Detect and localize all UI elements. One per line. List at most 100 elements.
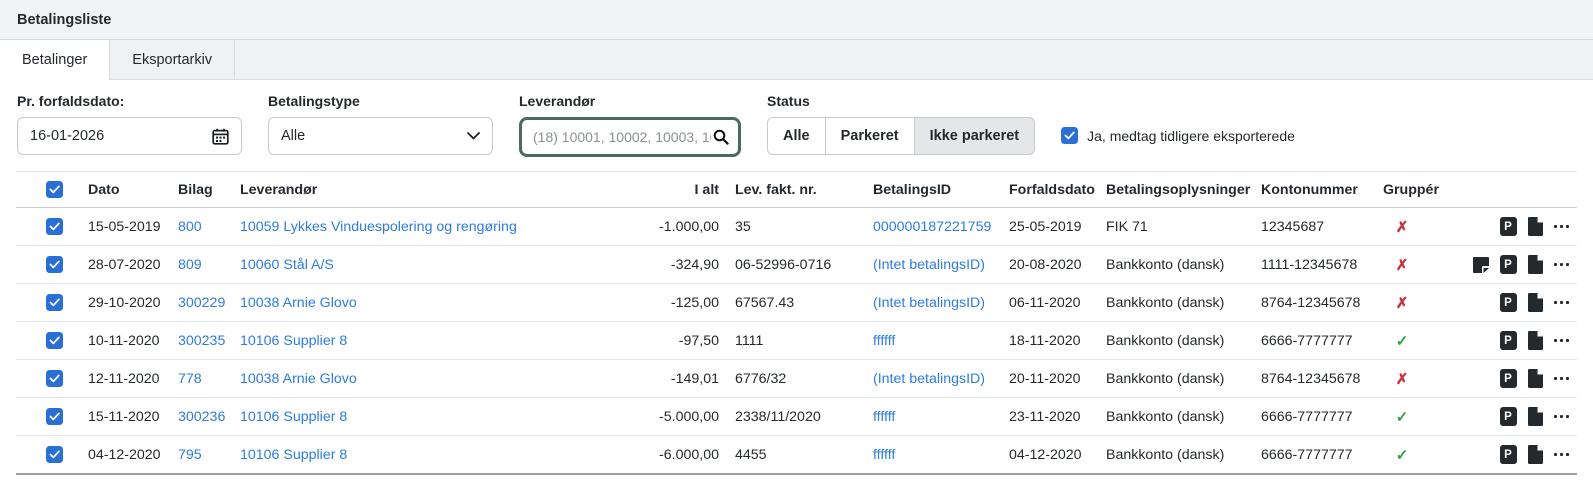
cell-lev-fakt-nr: 06-52996-0716: [727, 246, 865, 284]
include-exported-checkbox[interactable]: [1061, 127, 1078, 144]
window-title-bar: Betalingsliste: [0, 0, 1593, 40]
document-icon[interactable]: [1528, 255, 1543, 274]
cell-kontonummer: 6666-7777777: [1253, 398, 1375, 436]
bilag-link[interactable]: 795: [178, 447, 202, 463]
betalingsid-link[interactable]: (Intet betalingsID): [873, 371, 985, 387]
more-actions-icon[interactable]: [1554, 225, 1570, 229]
betalingsid-link[interactable]: 000000187221759: [873, 219, 991, 235]
more-actions-icon[interactable]: [1554, 301, 1570, 305]
include-exported-filter: Ja, medtag tidligere eksporterede: [1061, 127, 1295, 144]
bilag-link[interactable]: 300229: [178, 295, 225, 311]
more-actions-icon[interactable]: [1554, 339, 1570, 343]
status-button-ikke-parkeret[interactable]: Ikke parkeret: [914, 117, 1035, 155]
row-actions: P: [1459, 407, 1569, 426]
leverandor-link[interactable]: 10059 Lykkes Vinduespolering og rengørin…: [240, 219, 517, 235]
note-icon[interactable]: [1473, 257, 1489, 273]
more-actions-icon[interactable]: [1554, 263, 1570, 267]
calendar-icon[interactable]: [212, 128, 229, 145]
betalingsid-link[interactable]: (Intet betalingsID): [873, 257, 985, 273]
cell-i-alt: -97,50: [632, 322, 727, 360]
leverandor-link[interactable]: 10106 Supplier 8: [240, 333, 347, 349]
filter-bar: Pr. forfaldsdato: 16-01-2026 Betalingsty…: [0, 80, 1593, 171]
betalingsid-link[interactable]: (Intet betalingsID): [873, 295, 985, 311]
bilag-link[interactable]: 800: [178, 219, 202, 235]
payment-p-icon[interactable]: P: [1500, 407, 1517, 426]
status-button-alle[interactable]: Alle: [767, 117, 826, 155]
search-icon[interactable]: [713, 129, 729, 145]
payment-type-label: Betalingstype: [268, 93, 493, 109]
vendor-search-input[interactable]: [531, 128, 713, 146]
due-date-field[interactable]: 16-01-2026: [17, 117, 242, 155]
document-icon[interactable]: [1528, 293, 1543, 312]
bilag-link[interactable]: 300235: [178, 333, 225, 349]
row-checkbox[interactable]: [46, 218, 63, 235]
column-header-i-alt[interactable]: I alt: [632, 172, 727, 208]
group-status-icon: ✗: [1396, 257, 1409, 274]
more-actions-icon[interactable]: [1554, 415, 1570, 419]
group-status-icon: ✗: [1396, 219, 1409, 236]
column-header-gruppér[interactable]: Gruppér: [1375, 172, 1451, 208]
payment-p-icon[interactable]: P: [1500, 217, 1517, 236]
table-header-row: Dato Bilag Leverandør I alt Lev. fakt. n…: [16, 172, 1577, 208]
leverandor-link[interactable]: 10038 Arnie Glovo: [240, 371, 357, 387]
group-status-icon: ✓: [1396, 409, 1409, 426]
row-checkbox[interactable]: [46, 370, 63, 387]
row-checkbox[interactable]: [46, 408, 63, 425]
status-button-parkeret[interactable]: Parkeret: [825, 117, 915, 155]
cell-kontonummer: 6666-7777777: [1253, 322, 1375, 360]
document-icon[interactable]: [1528, 331, 1543, 350]
column-header-lev-fakt-nr[interactable]: Lev. fakt. nr.: [727, 172, 865, 208]
row-checkbox[interactable]: [46, 446, 63, 463]
vendor-search-field[interactable]: [519, 117, 741, 157]
bilag-link[interactable]: 778: [178, 371, 202, 387]
betalingsid-link[interactable]: ffffff: [873, 447, 895, 463]
cell-dato: 04-12-2020: [80, 436, 170, 475]
bilag-link[interactable]: 809: [178, 257, 202, 273]
leverandor-link[interactable]: 10038 Arnie Glovo: [240, 295, 357, 311]
cell-i-alt: -324,90: [632, 246, 727, 284]
cell-lev-fakt-nr: 67567.43: [727, 284, 865, 322]
payment-type-select[interactable]: Alle: [268, 117, 493, 155]
payment-p-icon[interactable]: P: [1500, 255, 1517, 274]
tab-eksportarkiv[interactable]: Eksportarkiv: [110, 40, 235, 79]
leverandor-link[interactable]: 10106 Supplier 8: [240, 409, 347, 425]
tab-betalinger[interactable]: Betalinger: [0, 40, 110, 80]
cell-dato: 28-07-2020: [80, 246, 170, 284]
document-icon[interactable]: [1528, 217, 1543, 236]
payment-p-icon[interactable]: P: [1500, 293, 1517, 312]
cell-kontonummer: 12345687: [1253, 208, 1375, 246]
leverandor-link[interactable]: 10106 Supplier 8: [240, 447, 347, 463]
more-actions-icon[interactable]: [1554, 377, 1570, 381]
column-header-bilag[interactable]: Bilag: [170, 172, 232, 208]
column-header-betalingsoplysninger[interactable]: Betalingsoplysninger: [1098, 172, 1253, 208]
cell-dato: 12-11-2020: [80, 360, 170, 398]
row-checkbox[interactable]: [46, 256, 63, 273]
payment-p-icon[interactable]: P: [1500, 445, 1517, 464]
cell-forfaldsdato: 23-11-2020: [1001, 398, 1098, 436]
column-header-kontonummer[interactable]: Kontonummer: [1253, 172, 1375, 208]
vendor-label: Leverandør: [519, 93, 741, 109]
chevron-down-icon: [467, 132, 480, 140]
cell-betalingsoplysninger: Bankkonto (dansk): [1098, 284, 1253, 322]
bilag-link[interactable]: 300236: [178, 409, 225, 425]
cell-lev-fakt-nr: 2338/11/2020: [727, 398, 865, 436]
cell-i-alt: -6.000,00: [632, 436, 727, 475]
payment-p-icon[interactable]: P: [1500, 369, 1517, 388]
betalingsid-link[interactable]: ffffff: [873, 409, 895, 425]
document-icon[interactable]: [1528, 445, 1543, 464]
leverandor-link[interactable]: 10060 Stål A/S: [240, 257, 334, 273]
select-all-checkbox[interactable]: [46, 181, 63, 198]
column-header-betalingsid[interactable]: BetalingsID: [865, 172, 1001, 208]
column-header-dato[interactable]: Dato: [80, 172, 170, 208]
row-checkbox[interactable]: [46, 332, 63, 349]
column-header-leverandor[interactable]: Leverandør: [232, 172, 632, 208]
document-icon[interactable]: [1528, 407, 1543, 426]
table-row: 28-07-2020 809 10060 Stål A/S -324,90 06…: [16, 246, 1577, 284]
betalingsid-link[interactable]: ffffff: [873, 333, 895, 349]
document-icon[interactable]: [1528, 369, 1543, 388]
column-header-forfaldsdato[interactable]: Forfaldsdato: [1001, 172, 1098, 208]
payment-p-icon[interactable]: P: [1500, 331, 1517, 350]
group-status-icon: ✓: [1396, 333, 1409, 350]
row-checkbox[interactable]: [46, 294, 63, 311]
more-actions-icon[interactable]: [1554, 453, 1570, 457]
